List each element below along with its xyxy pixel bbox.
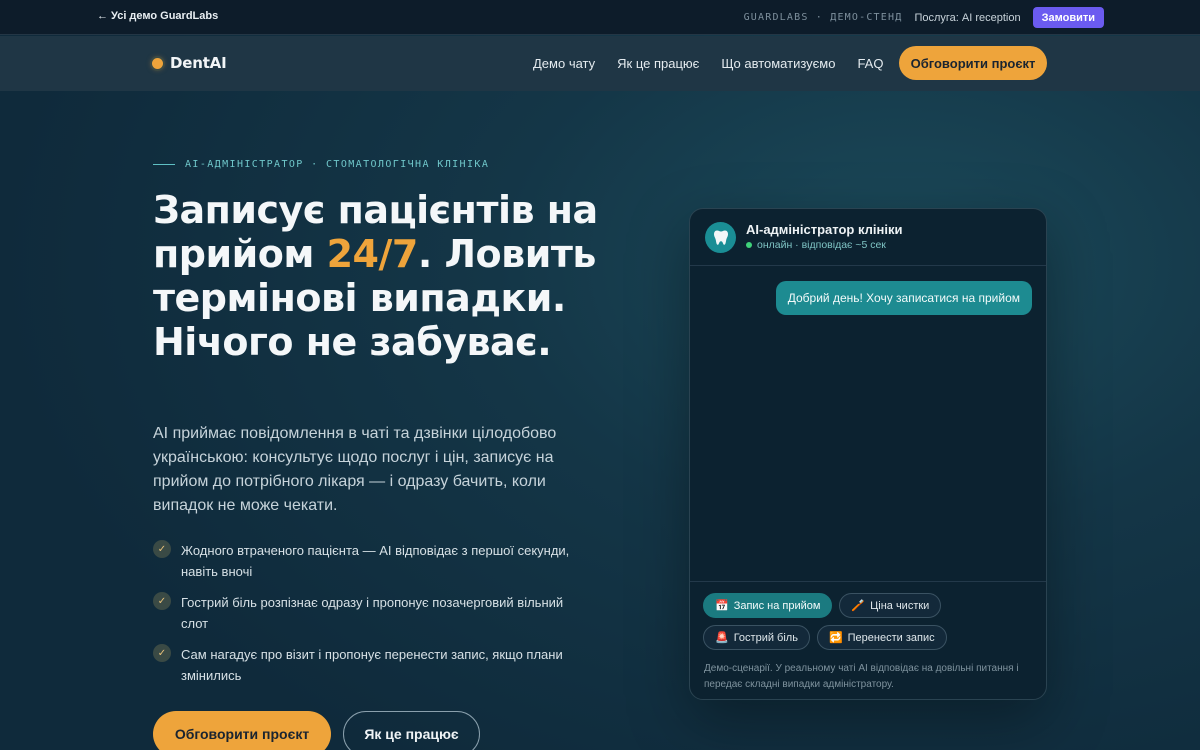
chip-acute-pain[interactable]: 🚨 Гострий біль [703,625,810,650]
logo[interactable]: DentAI [152,54,227,72]
hero-title-accent: 24/7 [326,232,419,276]
eyebrow-text: AI-АДМІНІСТРАТОР · СТОМАТОЛОГІЧНА КЛІНІК… [185,159,490,170]
eyebrow: AI-АДМІНІСТРАТОР · СТОМАТОЛОГІЧНА КЛІНІК… [153,159,489,170]
chip-cleaning-price[interactable]: 🪥 Ціна чистки [839,593,942,618]
feature-text: Сам нагадує про візит і пропонує перенес… [181,647,563,683]
feature-item: ✓ Гострий біль розпізнає одразу і пропон… [153,592,593,634]
check-icon: ✓ [153,644,171,662]
tooth-icon [705,222,736,253]
discuss-project-button[interactable]: Обговорити проєкт [153,711,331,750]
top-strip: ← Усі демо GuardLabs GUARDLABS · ДЕМО-СТ… [0,0,1200,35]
nav-how-it-works[interactable]: Як це працює [617,56,699,71]
nav-faq[interactable]: FAQ [857,56,883,71]
hero-subtitle: AI приймає повідомлення в чаті та дзвінк… [153,425,557,514]
chip-label: Ціна чистки [870,599,930,612]
how-it-works-button[interactable]: Як це працює [343,711,480,750]
feature-item: ✓ Сам нагадує про візит і пропонує перен… [153,644,593,686]
chip-label: Перенести запис [847,631,935,644]
check-icon: ✓ [153,540,171,558]
brand-tag: GUARDLABS · ДЕМО-СТЕНД [743,12,903,23]
hero-title: Записує пацієнтів на прийом 24/7. Ловить… [153,188,633,364]
check-icon: ✓ [153,592,171,610]
toothbrush-icon: 🪥 [851,600,866,612]
discuss-project-header-button[interactable]: Обговорити проєкт [899,46,1047,80]
nav-what-we-automate[interactable]: Що автоматизуємо [721,56,835,71]
calendar-icon: 📅 [715,600,729,612]
topbar-right: GUARDLABS · ДЕМО-СТЕНД Послуга: AI recep… [744,7,1104,28]
main-nav: Демо чату Як це працює Що автоматизуємо … [533,56,883,71]
order-button[interactable]: Замовити [1032,7,1104,28]
chip-label: Гострий біль [733,631,798,644]
feature-list: ✓ Жодного втраченого пацієнта — AI відпо… [153,540,593,696]
quick-replies: 📅 Запис на прийом 🪥 Ціна чистки 🚨 Гостри… [703,593,1033,650]
demo-note: Демо-сценарії. У реальному чаті AI відпо… [704,663,1019,690]
chat-status: онлайн · відповідає ~5 сек [746,239,886,251]
status-text: онлайн · відповідає ~5 сек [757,239,886,251]
feature-text: Гострий біль розпізнає одразу і пропонує… [181,595,564,631]
feature-text: Жодного втраченого пацієнта — AI відпові… [181,543,570,579]
feature-item: ✓ Жодного втраченого пацієнта — AI відпо… [153,540,593,582]
user-message: Добрий день! Хочу записатися на прийом [775,281,1032,315]
siren-icon: 🚨 [715,632,729,644]
chat-widget: AI-адміністратор клініки онлайн · відпов… [689,208,1047,700]
chat-title: AI-адміністратор клініки [746,222,903,237]
chip-reschedule[interactable]: 🔁 Перенести запис [816,625,947,650]
nav-chat-demo[interactable]: Демо чату [533,56,595,71]
repeat-icon: 🔁 [828,632,843,644]
all-demos-link[interactable]: ← Усі демо GuardLabs [97,10,218,22]
chat-header: AI-адміністратор клініки онлайн · відпов… [690,209,1046,266]
online-indicator-icon [746,242,752,248]
chip-label: Запис на прийом [733,599,821,612]
logo-dot-icon [152,57,163,69]
service-label: Послуга: AI reception [914,11,1021,24]
chip-book-appointment[interactable]: 📅 Запис на прийом [703,593,833,618]
logo-text: DentAI [170,54,227,72]
chat-footer: 📅 Запис на прийом 🪥 Ціна чистки 🚨 Гостри… [690,581,1046,699]
eyebrow-line [153,164,175,165]
site-header: DentAI Демо чату Як це працює Що автомат… [0,36,1200,91]
